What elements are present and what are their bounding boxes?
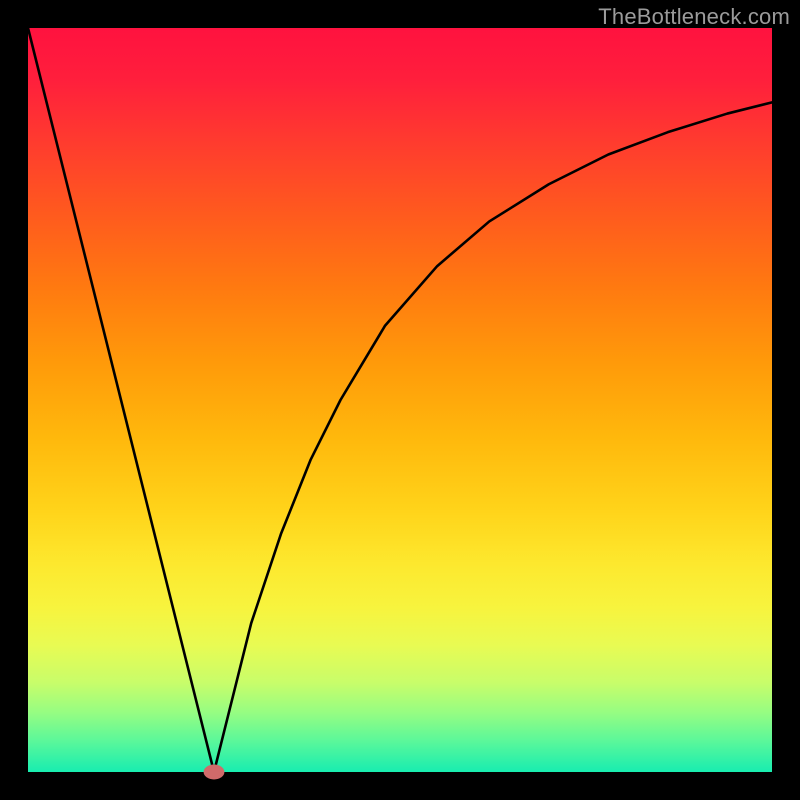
plot-area xyxy=(28,28,772,772)
watermark-text: TheBottleneck.com xyxy=(598,4,790,30)
chart-frame: TheBottleneck.com xyxy=(0,0,800,800)
bottleneck-curve xyxy=(28,28,772,772)
chart-svg xyxy=(28,28,772,772)
optimum-marker xyxy=(204,765,225,780)
